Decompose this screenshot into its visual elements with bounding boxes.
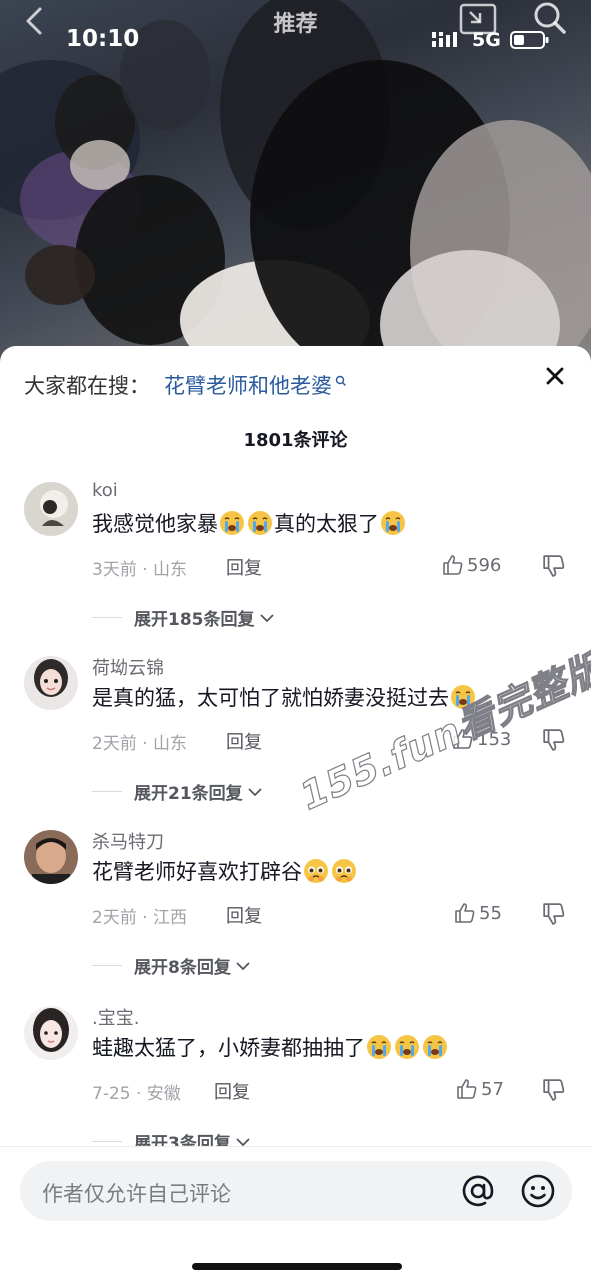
comment-count: 1801条评论 (243, 430, 348, 451)
comment-meta: 3天前 · 山东 (92, 560, 188, 580)
reply-button[interactable]: 回复 (226, 902, 262, 928)
pleading-emoji-icon (332, 859, 356, 883)
emoji-icon[interactable] (520, 1173, 556, 1209)
comment-meta: 2天前 · 江西 (92, 908, 188, 928)
reply-button[interactable]: 回复 (226, 554, 262, 580)
avatar[interactable] (24, 656, 78, 710)
status-bar: 推荐 10:10 5G (0, 0, 591, 80)
expand-replies-label: 展开185条回复 (134, 610, 255, 630)
divider (92, 965, 122, 966)
like-count: 596 (467, 554, 502, 576)
comment-text-part: 真的太狠了 (274, 512, 379, 536)
expand-replies-button[interactable]: 展开21条回复 (92, 779, 263, 804)
comment-text: 是真的猛，太可怕了就怕娇妻没挺过去 (92, 682, 477, 712)
video-shape (25, 245, 95, 305)
username[interactable]: .宝宝. (92, 1004, 139, 1030)
divider (92, 1141, 122, 1142)
avatar[interactable] (24, 830, 78, 884)
like-button[interactable]: 57 (456, 1078, 504, 1100)
comment-text: 蛙趣太猛了，小娇妻都抽抽了 (92, 1032, 449, 1062)
avatar[interactable] (24, 1006, 78, 1060)
reply-button[interactable]: 回复 (214, 1078, 250, 1104)
comment-meta: 2天前 · 山东 (92, 734, 188, 754)
comment-text-part: 花臂老师好喜欢打辟谷 (92, 860, 302, 884)
signal-icon (432, 32, 457, 47)
comment-meta: 7-25 · 安徽 (92, 1084, 181, 1104)
username[interactable]: 荷坳云锦 (92, 654, 164, 680)
crying-emoji-icon (381, 511, 405, 535)
thumbs-up-icon (455, 903, 475, 923)
crying-emoji-icon (423, 1035, 447, 1059)
comment-input[interactable]: 作者仅允许自己评论 (20, 1161, 572, 1221)
comment-input-placeholder: 作者仅允许自己评论 (42, 1182, 231, 1206)
like-button[interactable]: 596 (442, 554, 501, 576)
at-icon[interactable] (460, 1173, 496, 1209)
crying-emoji-icon (367, 1035, 391, 1059)
like-button[interactable]: 55 (454, 902, 502, 924)
comment-text-part: 我感觉他家暴 (92, 512, 218, 536)
clock: 10:10 (66, 26, 140, 52)
network-type: 5G (472, 29, 501, 51)
search-icon (335, 375, 346, 386)
comment-sheet: 大家都在搜： 花臂老师和他老婆 1801条评论 koi 我感觉他家暴 真的太狠了 (0, 346, 591, 1280)
thumbs-down-icon[interactable] (542, 554, 566, 578)
like-count: 55 (479, 902, 502, 924)
trending-search[interactable]: 大家都在搜： 花臂老师和他老婆 (24, 370, 347, 400)
thumbs-up-icon (443, 555, 463, 575)
avatar[interactable] (24, 482, 78, 536)
expand-replies-button[interactable]: 展开185条回复 (92, 605, 275, 630)
chevron-down-icon (259, 613, 274, 622)
comment-input-bar: 作者仅允许自己评论 (0, 1146, 591, 1280)
thumbs-down-icon[interactable] (542, 728, 566, 752)
battery-icon (510, 31, 549, 49)
trending-search-term[interactable]: 花臂老师和他老婆 (164, 370, 332, 400)
reply-button[interactable]: 回复 (226, 728, 262, 754)
chevron-down-icon (248, 787, 262, 796)
username[interactable]: koi (92, 480, 118, 501)
comment-text: 花臂老师好喜欢打辟谷 (92, 856, 358, 886)
thumbs-down-icon[interactable] (542, 1078, 566, 1102)
like-count: 57 (481, 1078, 504, 1100)
home-indicator[interactable] (192, 1263, 402, 1270)
divider (92, 791, 122, 792)
crying-emoji-icon (395, 1035, 419, 1059)
crying-emoji-icon (248, 511, 272, 535)
trending-search-prefix: 大家都在搜： (24, 374, 150, 398)
comment-text-part: 是真的猛，太可怕了就怕娇妻没挺过去 (92, 686, 449, 710)
divider (92, 617, 122, 618)
comment-text: 我感觉他家暴 真的太狠了 (92, 508, 407, 538)
thumbs-down-icon[interactable] (542, 902, 566, 926)
comment-item: 杀马特刀 花臂老师好喜欢打辟谷 2天前 · 江西 回复 55 展开8条回复 (0, 818, 591, 998)
thumbs-up-icon (457, 1079, 477, 1099)
pleading-emoji-icon (304, 859, 328, 883)
expand-replies-button[interactable]: 展开8条回复 (92, 953, 251, 978)
close-icon[interactable] (545, 366, 565, 386)
comment-item: koi 我感觉他家暴 真的太狠了 3天前 · 山东 回复 596 展开185条回… (0, 470, 591, 650)
crying-emoji-icon (220, 511, 244, 535)
expand-replies-label: 展开8条回复 (134, 958, 231, 978)
username[interactable]: 杀马特刀 (92, 828, 164, 854)
chevron-down-icon (236, 961, 250, 970)
comment-text-part: 蛙趣太猛了，小娇妻都抽抽了 (92, 1036, 365, 1060)
expand-replies-label: 展开21条回复 (134, 784, 243, 804)
